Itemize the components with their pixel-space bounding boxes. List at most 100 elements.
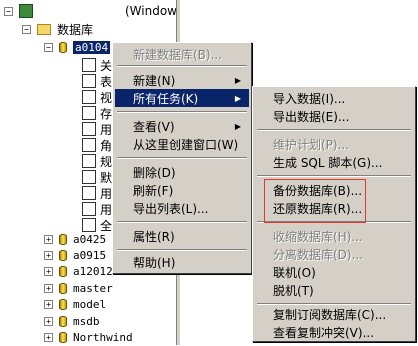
- shrink-database-menu-item: 收缩数据库(H)...: [255, 227, 413, 245]
- database-label: a12012: [73, 265, 113, 279]
- menu-item-label: 导出列表(L)...: [133, 201, 209, 216]
- tree-row-database[interactable]: + a0425: [44, 230, 106, 248]
- selected-db-label: a0104: [73, 40, 111, 54]
- view-menu-item[interactable]: 查看(V) ▶: [115, 117, 249, 135]
- menu-item-label: 生成 SQL 脚本(G)...: [273, 155, 383, 170]
- rule-icon: [82, 154, 96, 168]
- database-icon: [59, 315, 67, 327]
- expand-icon[interactable]: +: [44, 283, 53, 293]
- tree-object-label: 存: [100, 106, 113, 121]
- refresh-menu-item[interactable]: 刷新(F): [115, 181, 249, 199]
- menu-item-label: 删除(D): [133, 165, 176, 180]
- tree-row-databases[interactable]: − 数据库: [22, 20, 93, 38]
- view-replication-conflicts-menu-item[interactable]: 查看复制冲突(V)...: [255, 323, 413, 341]
- tree-object-label: 默: [100, 170, 113, 185]
- menu-separator: [257, 129, 411, 131]
- folder-icon: [37, 23, 51, 35]
- menu-item-label: 刷新(F): [133, 183, 174, 198]
- offline-menu-item[interactable]: 脱机(T): [255, 281, 413, 299]
- default-icon: [82, 170, 96, 184]
- menu-separator: [257, 175, 411, 177]
- menu-item-label: 复制订阅数据库(C)...: [273, 307, 387, 322]
- new-menu-item[interactable]: 新建(N) ▶: [115, 71, 249, 89]
- tree-row-server[interactable]: − (Window: [4, 2, 177, 20]
- export-list-menu-item[interactable]: 导出列表(L)...: [115, 199, 249, 217]
- tree-object-label: 用: [100, 186, 113, 201]
- tree-object-label: 角: [100, 138, 113, 153]
- new-window-menu-item[interactable]: 从这里创建窗口(W): [115, 135, 249, 153]
- online-menu-item[interactable]: 联机(O): [255, 263, 413, 281]
- submenu-arrow-icon: ▶: [234, 121, 241, 131]
- collapse-icon[interactable]: −: [4, 6, 13, 16]
- collapse-icon[interactable]: −: [44, 42, 53, 52]
- diagram-icon: [82, 58, 96, 72]
- menu-item-label: 联机(O): [273, 265, 316, 280]
- menu-item-label: 查看复制冲突(V)...: [273, 325, 375, 340]
- properties-menu-item[interactable]: 属性(R): [115, 227, 249, 245]
- expand-icon[interactable]: +: [44, 332, 53, 342]
- database-icon: [59, 299, 67, 311]
- annotation-highlight-box: [264, 179, 366, 223]
- database-label: Northwind: [73, 330, 133, 344]
- all-tasks-menu-item[interactable]: 所有任务(K) ▶: [115, 89, 249, 107]
- database-icon: [59, 331, 67, 343]
- view-icon: [82, 90, 96, 104]
- database-icon: [59, 282, 67, 294]
- context-menu: 新建数据库(B)... 新建(N) ▶ 所有任务(K) ▶ 查看(V) ▶ 从这…: [112, 42, 252, 274]
- tree-row-database[interactable]: + model: [44, 296, 106, 314]
- expand-icon[interactable]: +: [44, 250, 53, 260]
- tree-row-database[interactable]: + msdb: [44, 312, 100, 330]
- server-icon: [19, 4, 33, 18]
- role-icon: [82, 138, 96, 152]
- table-icon: [82, 74, 96, 88]
- database-icon: [59, 266, 67, 278]
- database-icon: [59, 41, 67, 53]
- menu-separator: [117, 157, 247, 159]
- export-data-menu-item[interactable]: 导出数据(E)...: [255, 107, 413, 125]
- expand-icon[interactable]: +: [44, 316, 53, 326]
- collapse-icon[interactable]: −: [22, 24, 31, 34]
- tree-row-database[interactable]: + master: [44, 279, 113, 297]
- database-icon: [59, 233, 67, 245]
- menu-item-label: 新建数据库(B)...: [133, 47, 223, 62]
- delete-menu-item[interactable]: 删除(D): [115, 163, 249, 181]
- menu-item-label: 脱机(T): [273, 283, 314, 298]
- menu-item-label: 维护计划(P)...: [273, 137, 350, 152]
- expand-icon[interactable]: +: [44, 267, 53, 277]
- tree-row-database[interactable]: + Northwind: [44, 328, 133, 346]
- menu-separator: [117, 65, 247, 67]
- menu-separator: [117, 249, 247, 251]
- import-data-menu-item[interactable]: 导入数据(I)...: [255, 89, 413, 107]
- menu-separator: [117, 111, 247, 113]
- menu-item-label: 收缩数据库(H)...: [273, 229, 363, 244]
- database-label: master: [73, 281, 113, 295]
- menu-item-label: 从这里创建窗口(W): [133, 137, 239, 152]
- tree-object-label: 关: [100, 58, 113, 73]
- tree-row-selected-db[interactable]: − a0104: [44, 38, 111, 56]
- expand-icon[interactable]: +: [44, 234, 53, 244]
- tree-object-label: 用: [100, 122, 113, 137]
- server-label: (Window: [125, 4, 177, 18]
- maintenance-plan-menu-item: 维护计划(P)...: [255, 135, 413, 153]
- detach-database-menu-item: 分离数据库(D)...: [255, 245, 413, 263]
- tree-object-label: 表: [100, 74, 113, 89]
- copy-subscription-db-menu-item[interactable]: 复制订阅数据库(C)...: [255, 305, 413, 323]
- expand-icon[interactable]: +: [44, 300, 53, 310]
- database-label: a0425: [73, 232, 107, 246]
- tree-row-database[interactable]: + a0915: [44, 246, 106, 264]
- user-function-icon: [82, 202, 96, 216]
- menu-item-label: 帮助(H): [133, 255, 176, 270]
- generate-sql-script-menu-item[interactable]: 生成 SQL 脚本(G)...: [255, 153, 413, 171]
- tree-row-database[interactable]: + a12012: [44, 263, 113, 281]
- help-menu-item[interactable]: 帮助(H): [115, 253, 249, 271]
- menu-item-label: 所有任务(K): [133, 91, 199, 106]
- new-database-menu-item: 新建数据库(B)...: [115, 45, 249, 63]
- database-label: a0915: [73, 248, 107, 262]
- tree-object-label: 规: [100, 154, 113, 169]
- user-icon: [82, 122, 96, 136]
- user-type-icon: [82, 186, 96, 200]
- menu-item-label: 导入数据(I)...: [273, 91, 346, 106]
- database-label: model: [73, 298, 107, 312]
- menu-item-label: 属性(R): [133, 229, 175, 244]
- menu-item-label: 新建(N): [133, 73, 176, 88]
